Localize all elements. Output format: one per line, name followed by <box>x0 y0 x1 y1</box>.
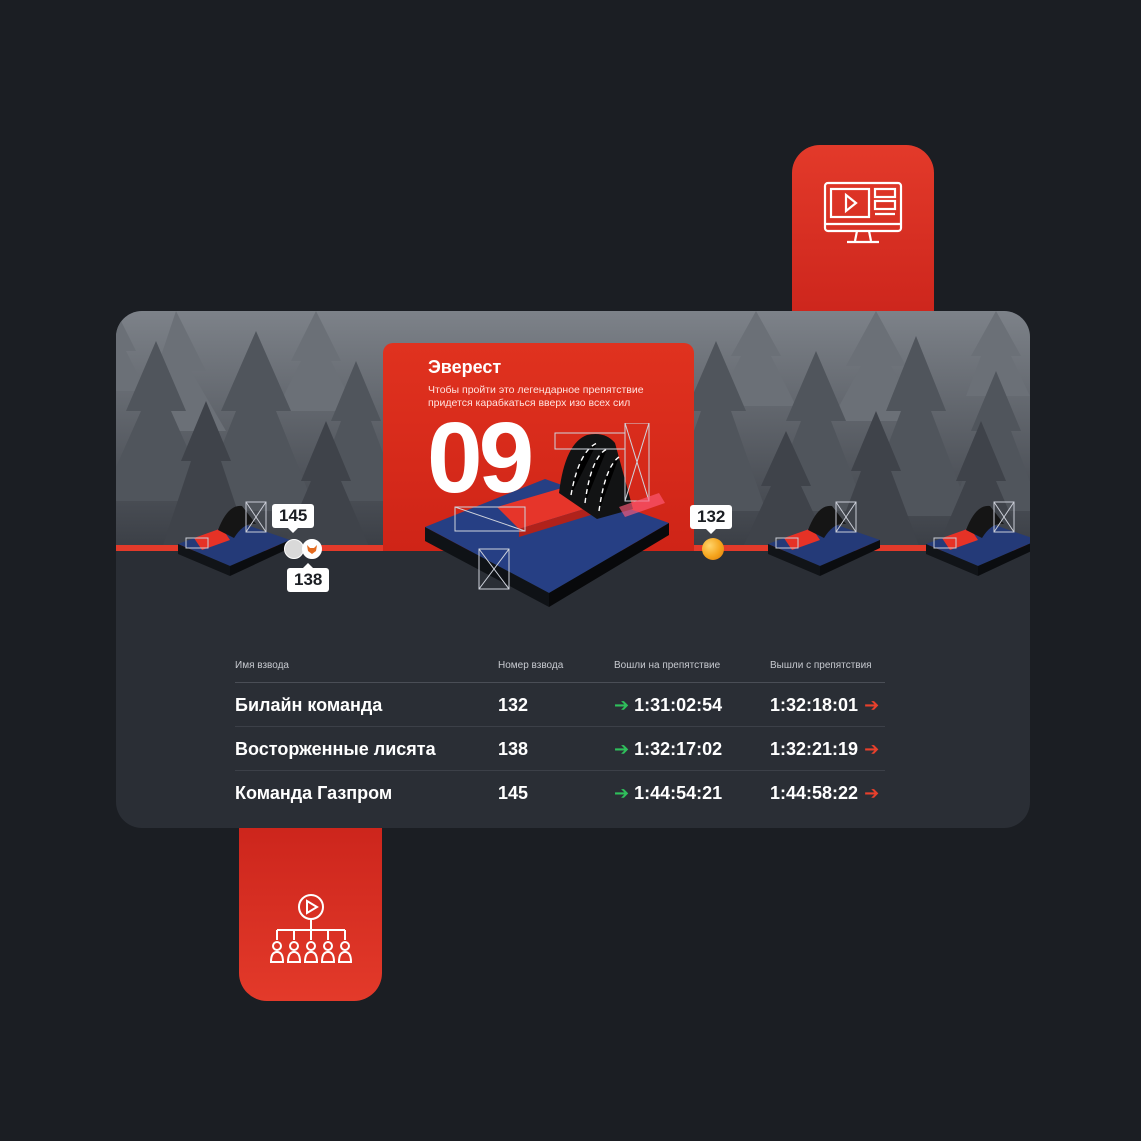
arrow-right-green-icon: ➔ <box>614 739 630 759</box>
play-network-icon <box>269 894 353 963</box>
featured-obstacle-model <box>425 423 669 607</box>
obstacle-card: Эверест Чтобы пройти это легендарное пре… <box>116 311 1030 828</box>
exited-time-value: 1:32:21:19 <box>770 739 859 759</box>
header-exited: Вышли с препятствия <box>770 660 872 671</box>
entered-time-value: 1:32:17:02 <box>634 739 723 759</box>
exited-time-value: 1:44:58:22 <box>770 783 859 803</box>
header-name: Имя взвода <box>235 660 289 671</box>
obstacle-title: Эверест <box>428 357 502 377</box>
exited-time: 1:44:58:22 ➔ <box>770 783 879 804</box>
broadcast-tab[interactable] <box>239 800 382 1001</box>
platoon-number: 132 <box>498 695 529 715</box>
obstacle-thumbnail[interactable] <box>916 494 1030 578</box>
entered-time: ➔ 1:32:17:02 <box>614 739 722 760</box>
header-number: Номер взвода <box>498 660 564 671</box>
table-header: Имя взвода Номер взвода Вошли на препятс… <box>235 656 885 683</box>
table-row[interactable]: Восторженные лисята 138 ➔ 1:32:17:02 1:32… <box>235 727 885 771</box>
arrow-right-red-icon: ➔ <box>864 739 880 759</box>
team-marker-132[interactable]: 132 <box>690 505 733 534</box>
arrow-right-red-icon: ➔ <box>864 695 880 715</box>
entered-time: ➔ 1:44:54:21 <box>614 783 722 804</box>
team-position-dot[interactable] <box>702 538 724 560</box>
platoon-name: Команда Газпром <box>235 783 393 803</box>
table-row[interactable]: Команда Газпром 145 ➔ 1:44:54:21 1:44:58:… <box>235 771 885 814</box>
team-avatar-icon[interactable] <box>284 539 304 559</box>
fox-icon <box>307 545 317 554</box>
obstacle-thumbnail[interactable] <box>758 494 882 578</box>
header-entered: Вошли на препятствие <box>614 660 721 671</box>
platoon-number: 145 <box>498 783 529 803</box>
team-marker-138[interactable]: 138 <box>287 563 330 592</box>
video-monitor-icon <box>823 181 903 244</box>
table-row[interactable]: Билайн команда 132 ➔ 1:31:02:54 1:32:18:0… <box>235 683 885 727</box>
entered-time-value: 1:31:02:54 <box>634 695 723 715</box>
exited-time: 1:32:21:19 ➔ <box>770 739 879 760</box>
team-marker-145[interactable]: 145 <box>272 504 315 533</box>
arrow-right-green-icon: ➔ <box>614 783 630 803</box>
platoon-name: Билайн команда <box>235 695 383 715</box>
exited-time: 1:32:18:01 ➔ <box>770 695 879 716</box>
fox-team-avatar-icon[interactable] <box>302 539 322 559</box>
platoon-name: Восторженные лисята <box>235 739 436 759</box>
platoon-number: 138 <box>498 739 529 759</box>
arrow-right-green-icon: ➔ <box>614 695 630 715</box>
platoon-table: Имя взвода Номер взвода Вошли на препятс… <box>235 656 885 814</box>
entered-time: ➔ 1:31:02:54 <box>614 695 722 716</box>
exited-time-value: 1:32:18:01 <box>770 695 859 715</box>
arrow-right-red-icon: ➔ <box>864 783 880 803</box>
entered-time-value: 1:44:54:21 <box>634 783 723 803</box>
